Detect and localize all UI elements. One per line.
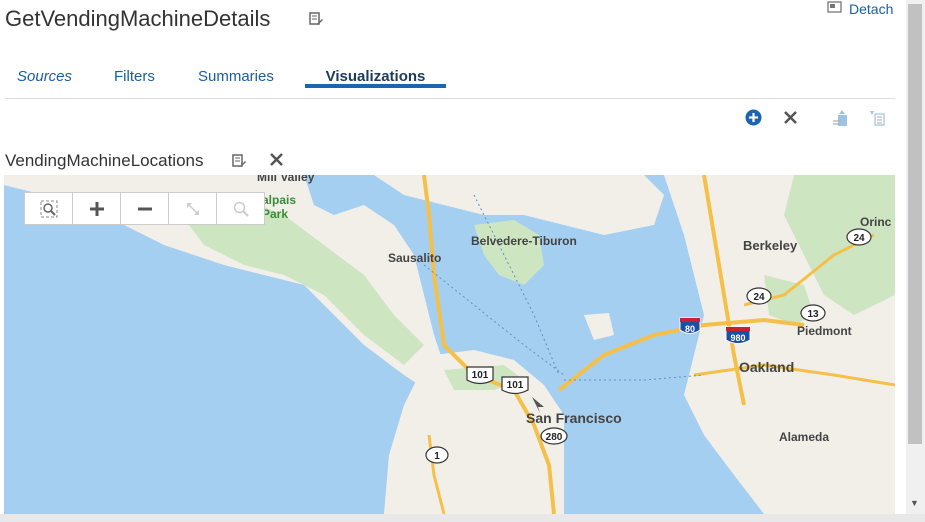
edit-title-icon[interactable] <box>309 12 323 31</box>
expand-icon <box>185 201 201 217</box>
label-belvedere: Belvedere-Tiburon <box>471 234 577 248</box>
visualization-title: VendingMachineLocations <box>5 151 204 170</box>
route-24-shield: 24 <box>746 287 772 305</box>
edit-visualization-icon[interactable] <box>232 154 246 173</box>
detach-label: Detach <box>849 0 894 17</box>
label-oakland: Oakland <box>739 359 794 375</box>
search-map-button[interactable] <box>217 193 264 224</box>
close-visualization-icon[interactable] <box>269 152 284 172</box>
zoom-to-fit-button[interactable] <box>25 193 73 224</box>
minus-icon <box>137 201 153 217</box>
us-101-shield: 101 <box>466 366 494 385</box>
route-24-shield: 24 <box>846 228 872 246</box>
horizontal-scrollbar[interactable] <box>0 514 925 522</box>
interstate-80-shield: 80 <box>679 317 701 334</box>
map-view[interactable]: Mill Valley alpais Park Belvedere-Tiburo… <box>4 175 895 514</box>
detach-icon <box>827 0 843 17</box>
plus-icon <box>89 201 105 217</box>
vertical-scrollbar[interactable]: ▼ <box>906 0 925 515</box>
route-13-shield: 13 <box>800 304 826 322</box>
map-canvas[interactable]: Mill Valley alpais Park Belvedere-Tiburo… <box>4 175 895 514</box>
svg-text:1: 1 <box>434 451 440 462</box>
label-san-francisco: San Francisco <box>526 410 622 426</box>
move-down-icon[interactable] <box>868 109 886 132</box>
label-park: Park <box>262 207 288 221</box>
zoom-to-fit-icon <box>40 200 58 218</box>
route-1-shield: 1 <box>425 446 449 464</box>
svg-text:101: 101 <box>507 380 524 391</box>
label-orinda: Orinc <box>860 215 892 229</box>
move-up-icon[interactable] <box>831 109 849 132</box>
svg-text:13: 13 <box>807 309 819 320</box>
svg-text:280: 280 <box>546 432 563 443</box>
interstate-980-shield: 980 <box>725 326 751 344</box>
us-101-shield: 101 <box>501 376 529 395</box>
svg-text:101: 101 <box>472 370 489 381</box>
page-title: GetVendingMachineDetails <box>5 6 271 31</box>
label-sausalito: Sausalito <box>388 251 441 265</box>
remove-icon[interactable] <box>783 110 798 130</box>
interstate-280-shield: 280 <box>540 427 568 445</box>
tab-summaries[interactable]: Summaries <box>198 68 274 85</box>
scrollbar-thumb[interactable] <box>908 4 922 444</box>
tab-filters[interactable]: Filters <box>114 68 155 85</box>
svg-text:80: 80 <box>685 324 695 334</box>
scroll-down-arrow-icon[interactable]: ▼ <box>910 498 919 508</box>
label-piedmont: Piedmont <box>797 324 852 338</box>
search-icon <box>233 201 249 217</box>
map-controls <box>24 192 265 225</box>
zoom-out-button[interactable] <box>121 193 169 224</box>
full-extent-button[interactable] <box>169 193 217 224</box>
zoom-in-button[interactable] <box>73 193 121 224</box>
add-icon[interactable] <box>745 109 762 131</box>
label-alameda: Alameda <box>779 430 829 444</box>
tab-visualizations[interactable]: Visualizations <box>305 58 446 88</box>
svg-text:24: 24 <box>853 233 865 244</box>
svg-text:980: 980 <box>730 333 745 343</box>
label-mill-valley: Mill Valley <box>257 175 315 184</box>
label-alpais: alpais <box>262 193 296 207</box>
detach-button[interactable]: Detach <box>827 0 893 17</box>
tab-bar: Sources Filters Summaries Visualizations <box>5 58 895 99</box>
tab-sources[interactable]: Sources <box>17 68 72 85</box>
svg-text:24: 24 <box>753 292 765 303</box>
label-berkeley: Berkeley <box>743 238 798 253</box>
